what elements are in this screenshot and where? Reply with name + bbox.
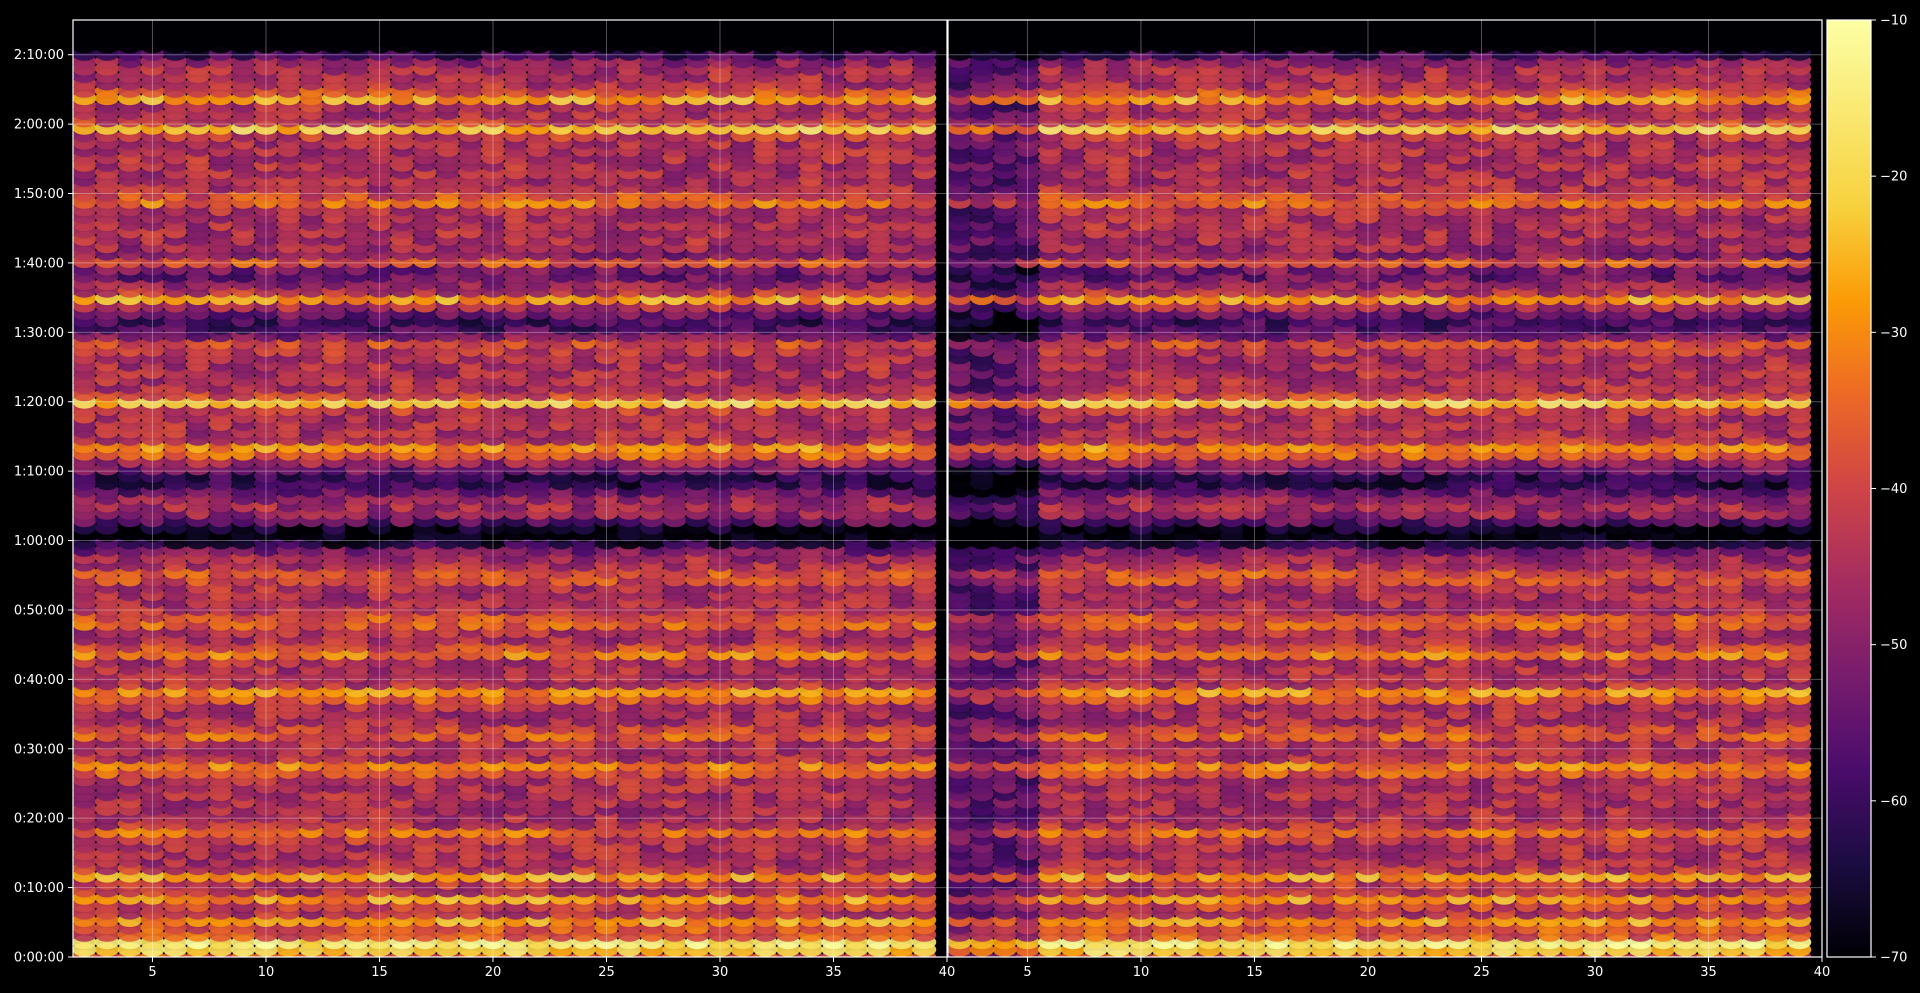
heatmap-cell — [753, 32, 778, 46]
heatmap-cell — [117, 32, 142, 46]
heatmap-cell — [73, 32, 97, 46]
heatmap-cell — [662, 32, 687, 46]
heatmap-cell — [390, 32, 415, 46]
heatmap-cell — [571, 32, 596, 46]
heatmap-cell — [435, 32, 460, 46]
heatmap-cell — [503, 32, 528, 46]
heatmap-cell — [322, 32, 347, 46]
heatmap-cell — [185, 32, 210, 46]
heatmap-cell — [912, 32, 937, 46]
heatmap-cell — [685, 32, 710, 46]
heatmap-cell — [526, 32, 551, 46]
heatmap-cell — [276, 32, 301, 46]
heatmap-cell — [344, 32, 369, 46]
heatmap-figure: 0:00:000:10:000:20:000:30:000:40:000:50:… — [14, 14, 1908, 981]
heatmap-cell — [798, 32, 823, 46]
heatmap-cell — [163, 32, 188, 46]
heatmap-cell — [866, 32, 891, 46]
heatmap-cell — [412, 32, 437, 46]
heatmap-cell — [208, 32, 233, 46]
heatmap-cell — [549, 32, 574, 46]
heatmap-cell — [617, 32, 642, 46]
heatmap-cell — [844, 32, 869, 46]
heatmap-cell — [639, 32, 664, 46]
heatmap-cell — [889, 32, 914, 46]
heatmap-panel-right — [948, 20, 1822, 957]
heatmap-cell — [458, 32, 483, 46]
heatmap-cell — [776, 32, 801, 46]
heatmap-cell — [231, 32, 256, 46]
heatmap-cell — [299, 32, 324, 46]
heatmap-panel-left — [73, 20, 947, 957]
heatmap-cell — [95, 32, 120, 46]
heatmap-cell — [730, 32, 755, 46]
